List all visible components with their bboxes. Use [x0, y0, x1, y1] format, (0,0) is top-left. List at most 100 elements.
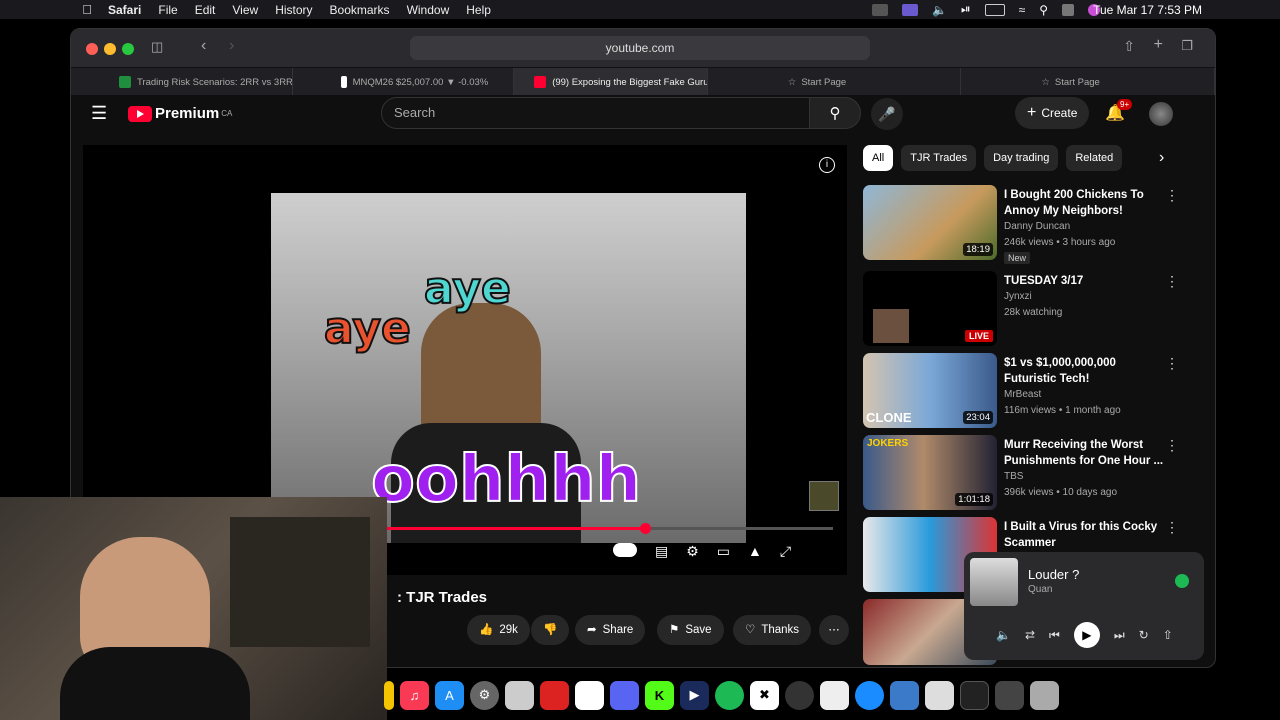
- info-icon[interactable]: i: [819, 157, 835, 173]
- preview-icon[interactable]: [505, 680, 534, 710]
- more-options-icon[interactable]: ⋮: [1165, 437, 1179, 454]
- search-input[interactable]: Search: [381, 97, 811, 129]
- video-title[interactable]: $1 vs $1,000,000,000 Futuristic Tech!: [1004, 355, 1164, 387]
- tab-ticker[interactable]: MNQM26 $25,007.00 ▼ -0.03%: [293, 68, 515, 96]
- list-item[interactable]: 18:19 I Bought 200 Chickens To Annoy My …: [863, 185, 1183, 264]
- address-bar[interactable]: youtube.com: [410, 36, 870, 60]
- more-options-icon[interactable]: ⋮: [1165, 519, 1179, 536]
- avatar[interactable]: [1149, 102, 1173, 126]
- chip-day-trading[interactable]: Day trading: [984, 145, 1059, 171]
- shuffle-icon[interactable]: ⇄: [1025, 628, 1035, 642]
- menu-bookmarks[interactable]: Bookmarks: [330, 3, 390, 17]
- list-item[interactable]: CLONE 23:04 $1 vs $1,000,000,000 Futuris…: [863, 353, 1183, 431]
- more-options-icon[interactable]: ⋮: [1165, 187, 1179, 204]
- kick-icon[interactable]: K: [645, 680, 674, 710]
- menu-view[interactable]: View: [232, 3, 258, 17]
- channel-name[interactable]: Jynxzi: [1004, 291, 1032, 302]
- wifi-icon[interactable]: ≈: [1019, 3, 1026, 17]
- chips-next-icon[interactable]: ›: [1159, 149, 1164, 167]
- thumbnail[interactable]: CLONE 23:04: [863, 353, 997, 428]
- hamburger-menu-icon[interactable]: ☰: [91, 103, 107, 124]
- apple-menu-icon[interactable]: : [80, 2, 94, 17]
- discord-icon[interactable]: [610, 680, 639, 710]
- menu-file[interactable]: File: [158, 3, 177, 17]
- clock[interactable]: Tue Mar 17 7:53 PM: [1093, 3, 1202, 17]
- share-button[interactable]: ➦ Share: [575, 615, 646, 645]
- chip-tjr-trades[interactable]: TJR Trades: [901, 145, 977, 171]
- music-app-icon[interactable]: ♫: [400, 680, 429, 710]
- back-icon[interactable]: ‹: [201, 37, 206, 55]
- safari-icon[interactable]: [855, 680, 884, 710]
- share-icon[interactable]: ⇧: [1163, 628, 1173, 642]
- trash-icon[interactable]: [1030, 680, 1059, 710]
- system-settings-icon[interactable]: ⚙: [470, 680, 499, 710]
- screen-share-icon[interactable]: [872, 3, 889, 16]
- app-store-icon[interactable]: A: [435, 680, 464, 710]
- more-options-icon[interactable]: ⋮: [1165, 273, 1179, 290]
- photo-booth-icon[interactable]: [540, 680, 569, 710]
- control-center-icon[interactable]: [1062, 3, 1074, 16]
- video-title[interactable]: I Built a Virus for this Cocky Scammer: [1004, 519, 1164, 551]
- new-tab-icon[interactable]: +: [1154, 36, 1163, 54]
- activity-monitor-icon[interactable]: [960, 680, 989, 710]
- channel-name[interactable]: TBS: [1004, 471, 1023, 482]
- menu-edit[interactable]: Edit: [195, 3, 216, 17]
- tab-start-page-1[interactable]: ☆ Start Page: [708, 68, 962, 96]
- spotlight-icon[interactable]: ⚲: [1039, 3, 1048, 17]
- obs-icon[interactable]: [785, 680, 814, 710]
- spotify-icon[interactable]: [715, 680, 744, 710]
- repeat-icon[interactable]: ↻: [1139, 628, 1149, 642]
- finder-icon[interactable]: [890, 680, 919, 710]
- capcut-icon[interactable]: ✖: [750, 680, 779, 710]
- autoplay-toggle[interactable]: [613, 543, 637, 557]
- scrubber-handle[interactable]: [639, 523, 651, 534]
- share-icon[interactable]: ⇧: [1123, 38, 1135, 55]
- volume-icon[interactable]: 🔈: [932, 3, 947, 17]
- notes-app-icon[interactable]: [384, 680, 394, 710]
- search-button[interactable]: ⚲: [809, 97, 861, 129]
- downloads-folder-icon[interactable]: [995, 680, 1024, 710]
- calculator-icon[interactable]: [925, 680, 954, 710]
- channel-name[interactable]: Danny Duncan: [1004, 221, 1070, 232]
- chip-related[interactable]: Related: [1066, 145, 1123, 171]
- next-icon[interactable]: ⏭: [1114, 628, 1125, 643]
- miniplayer-icon[interactable]: ▭: [717, 543, 730, 560]
- close-button[interactable]: [86, 43, 98, 55]
- video-title[interactable]: I Bought 200 Chickens To Annoy My Neighb…: [1004, 187, 1164, 219]
- play-button[interactable]: ▶: [1073, 622, 1100, 648]
- saved-check-icon[interactable]: [1175, 574, 1189, 588]
- thumbnail[interactable]: 18:19: [863, 185, 997, 260]
- progress-bar[interactable]: [383, 523, 833, 534]
- tab-overview-icon[interactable]: ❐: [1181, 38, 1193, 54]
- thumbnail[interactable]: JOKERS 1:01:18: [863, 435, 997, 510]
- channel-name[interactable]: MrBeast: [1004, 389, 1041, 400]
- thanks-button[interactable]: ♡ Thanks: [733, 615, 812, 645]
- video-title[interactable]: TUESDAY 3/17: [1004, 273, 1164, 289]
- play-icon[interactable]: ⏯: [961, 2, 971, 17]
- chip-all[interactable]: All: [863, 145, 894, 171]
- create-button[interactable]: + Create: [1015, 97, 1090, 129]
- prime-video-icon[interactable]: ▶: [680, 680, 709, 710]
- airplay-icon[interactable]: ▲: [748, 543, 762, 560]
- save-button[interactable]: ⚑ Save: [657, 615, 724, 645]
- more-options-icon[interactable]: ⋮: [1165, 355, 1179, 372]
- tab-start-page-2[interactable]: ☆ Start Page: [961, 68, 1215, 96]
- channel-watermark[interactable]: [809, 481, 839, 511]
- youtube-logo[interactable]: Premium CA: [128, 105, 232, 122]
- dislike-button[interactable]: 👎: [531, 615, 570, 645]
- menu-help[interactable]: Help: [466, 3, 491, 17]
- menu-app-name[interactable]: Safari: [108, 3, 141, 17]
- previous-icon[interactable]: ⏮: [1049, 628, 1060, 643]
- menu-window[interactable]: Window: [407, 3, 450, 17]
- photos-app-icon[interactable]: [575, 680, 604, 710]
- volume-icon[interactable]: 🔈: [996, 628, 1011, 642]
- screenshot-icon[interactable]: [820, 680, 849, 710]
- display-icon[interactable]: [902, 3, 919, 16]
- minimize-button[interactable]: [104, 43, 116, 55]
- sidebar-toggle-icon[interactable]: ◫: [151, 39, 163, 55]
- like-button[interactable]: 👍 29k: [467, 615, 530, 645]
- settings-icon[interactable]: ⚙: [686, 543, 699, 560]
- tab-sheets[interactable]: Trading Risk Scenarios: 2RR vs 3RR - Goo…: [71, 68, 293, 96]
- more-actions-button[interactable]: ⋯: [819, 615, 849, 645]
- tab-youtube[interactable]: (99) Exposing the Biggest Fake Guru in..…: [514, 68, 708, 96]
